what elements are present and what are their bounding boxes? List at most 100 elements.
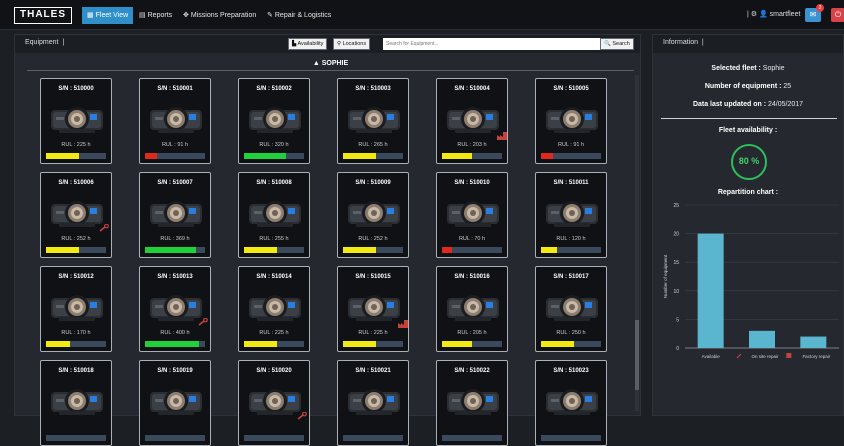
rul-progress-bar	[343, 435, 403, 441]
gear-icon[interactable]: ⚙	[751, 11, 757, 18]
equipment-card[interactable]: S/N : 510019	[139, 360, 211, 446]
chevron-up-icon: ▲	[312, 60, 320, 67]
wrench-icon	[297, 407, 307, 420]
rul-progress-fill	[343, 247, 376, 253]
information-panel-header: Information |	[653, 35, 843, 53]
logout-button[interactable]: ⏻	[831, 8, 844, 22]
availability-button[interactable]: ▙ Availability	[288, 38, 328, 50]
equipment-image	[445, 289, 501, 325]
rul-value: RUL : 250 h	[556, 330, 586, 336]
nav-missions-preparation[interactable]: ✥ Missions Preparation	[178, 7, 261, 24]
equipment-card[interactable]: S/N : 510000 RUL : 225 h	[40, 78, 112, 164]
equipment-card[interactable]: S/N : 510021	[337, 360, 409, 446]
rul-progress-fill	[541, 153, 553, 159]
equipment-card[interactable]: S/N : 510009 RUL : 252 h	[337, 172, 409, 258]
information-title: Information |	[663, 39, 704, 46]
equipment-card[interactable]: S/N : 510007 RUL : 369 h	[139, 172, 211, 258]
y-tick-label: 0	[676, 346, 679, 352]
rul-value: RUL : 205 h	[457, 330, 487, 336]
rul-value: RUL : 265 h	[358, 142, 388, 148]
chart-bar	[697, 233, 724, 348]
user-menu[interactable]: | ⚙ 👤 smartfleet	[747, 8, 800, 22]
equipment-card[interactable]: S/N : 510010 RUL : 70 h	[436, 172, 508, 258]
nav-repair-logistics[interactable]: ✎ Repair & Logistics	[262, 7, 336, 24]
report-icon: ▤	[139, 12, 146, 19]
locations-button[interactable]: ⚲ Locations	[333, 38, 371, 50]
equipment-card[interactable]: S/N : 510022	[436, 360, 508, 446]
y-tick-label: 15	[673, 260, 679, 266]
equipment-card[interactable]: S/N : 510002 RUL : 320 h	[238, 78, 310, 164]
rul-progress-bar	[145, 247, 205, 253]
serial-number: S/N : 510001	[157, 86, 193, 92]
equipment-card[interactable]: S/N : 510008 RUL : 255 h	[238, 172, 310, 258]
equipment-image	[49, 289, 105, 325]
equipment-card[interactable]: S/N : 510003 RUL : 265 h	[337, 78, 409, 164]
scrollbar[interactable]	[635, 75, 639, 411]
rul-progress-bar	[145, 153, 205, 159]
serial-number: S/N : 510022	[454, 368, 490, 374]
rul-progress-bar	[343, 341, 403, 347]
serial-number: S/N : 510013	[157, 274, 193, 280]
equipment-card[interactable]: S/N : 510023	[535, 360, 607, 446]
serial-number: S/N : 510003	[355, 86, 391, 92]
equipment-card[interactable]: S/N : 510005 RUL : 91 h	[535, 78, 607, 164]
rul-progress-bar	[244, 435, 304, 441]
equipment-card[interactable]: S/N : 510015 RUL : 225 h	[337, 266, 409, 352]
equipment-image	[148, 289, 204, 325]
user-icon: 👤	[759, 11, 768, 18]
equipment-image	[49, 101, 105, 137]
equipment-image	[247, 101, 303, 137]
rul-progress-bar	[442, 341, 502, 347]
serial-number: S/N : 510000	[58, 86, 94, 92]
equipment-card[interactable]: S/N : 510012 RUL : 170 h	[40, 266, 112, 352]
wrench-icon	[736, 353, 742, 359]
rul-progress-bar	[541, 153, 601, 159]
equipment-card[interactable]: S/N : 510018	[40, 360, 112, 446]
rul-progress-bar	[442, 247, 502, 253]
fleet-availability-title: Fleet availability :	[718, 127, 778, 134]
serial-number: S/N : 510015	[355, 274, 391, 280]
equipment-card[interactable]: S/N : 510011 RUL : 120 h	[535, 172, 607, 258]
search-button[interactable]: 🔍 Search	[600, 38, 634, 50]
search-input[interactable]	[383, 38, 609, 50]
rul-progress-fill	[343, 153, 376, 159]
equipment-card[interactable]: S/N : 510001 RUL : 91 h	[139, 78, 211, 164]
selected-fleet-line: Selected fleet : Sophie	[711, 65, 785, 72]
rul-value: RUL : 203 h	[457, 142, 487, 148]
top-navigation-bar: THALES ▦ Fleet View ▤ Reports ✥ Missions Pr…	[0, 0, 844, 30]
rul-progress-bar	[343, 153, 403, 159]
nav-reports[interactable]: ▤ Reports	[134, 7, 177, 24]
equipment-card[interactable]: S/N : 510004 RUL : 203 h	[436, 78, 508, 164]
nav-fleet-view[interactable]: ▦ Fleet View	[82, 7, 134, 24]
equipment-image	[445, 101, 501, 137]
scrollbar-thumb[interactable]	[635, 320, 639, 390]
equipment-card[interactable]: S/N : 510016 RUL : 205 h	[436, 266, 508, 352]
equipment-image	[247, 383, 303, 419]
equipment-card[interactable]: S/N : 510017 RUL : 250 h	[535, 266, 607, 352]
bars-icon: ▙	[292, 41, 297, 47]
rul-progress-bar	[145, 435, 205, 441]
x-tick-label: Factory repair	[802, 354, 830, 359]
equipment-image	[445, 195, 501, 231]
rul-progress-fill	[541, 341, 574, 347]
equipment-card[interactable]: S/N : 510014 RUL : 225 h	[238, 266, 310, 352]
equipment-image	[49, 195, 105, 231]
equipment-card[interactable]: S/N : 510020	[238, 360, 310, 446]
availability-gauge: 80 %	[731, 144, 767, 180]
equipment-image	[544, 101, 600, 137]
serial-number: S/N : 510018	[58, 368, 94, 374]
equipment-card[interactable]: S/N : 510006 RUL : 252 h	[40, 172, 112, 258]
rul-value: RUL : 255 h	[259, 236, 289, 242]
equipment-card[interactable]: S/N : 510013 RUL : 400 h	[139, 266, 211, 352]
y-tick-label: 25	[673, 203, 679, 209]
serial-number: S/N : 510006	[58, 180, 94, 186]
equipment-image	[346, 195, 402, 231]
equipment-image	[247, 289, 303, 325]
serial-number: S/N : 510009	[355, 180, 391, 186]
y-tick-label: 5	[676, 317, 679, 323]
fleet-group-header[interactable]: ▲ SOPHIE	[27, 57, 634, 71]
equipment-image	[148, 383, 204, 419]
thales-logo: THALES	[14, 7, 72, 24]
serial-number: S/N : 510002	[256, 86, 292, 92]
rul-progress-fill	[46, 153, 79, 159]
